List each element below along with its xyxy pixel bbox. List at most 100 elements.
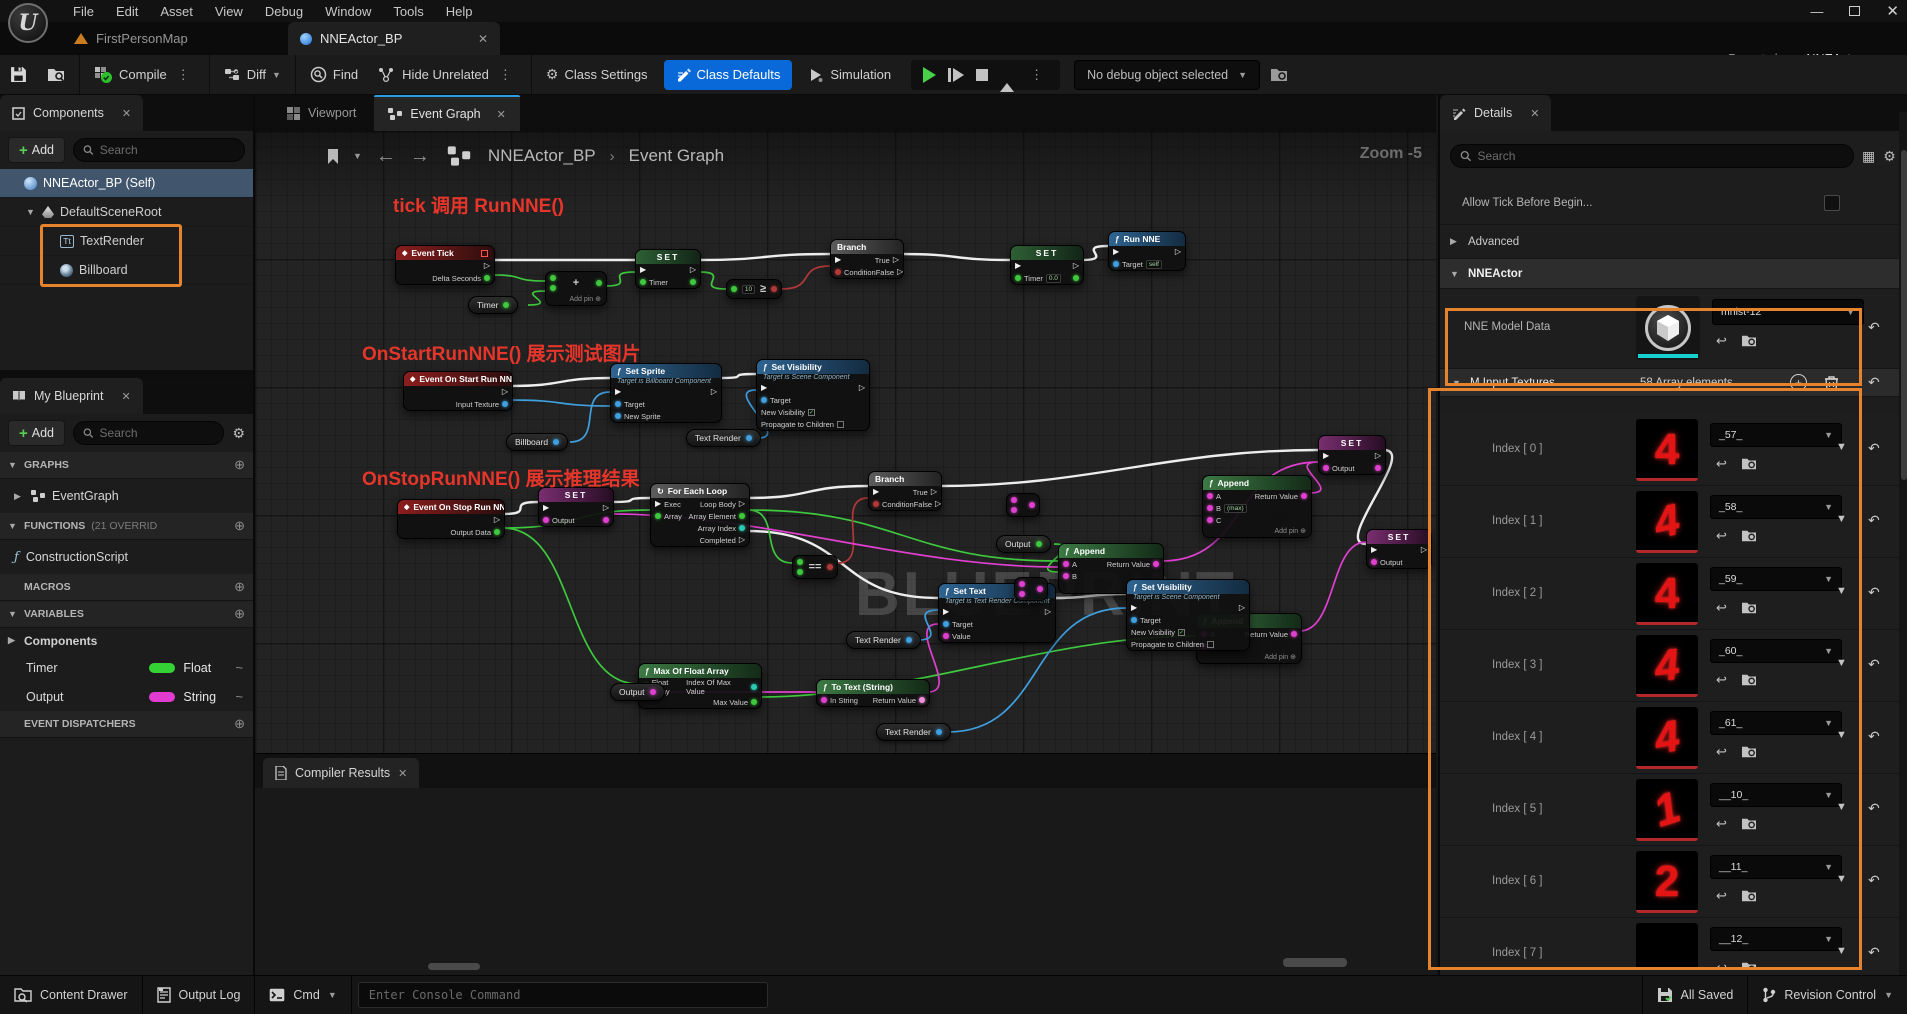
pin[interactable]: Condition (873, 500, 914, 509)
pin[interactable] (690, 279, 696, 285)
add-blueprint-item-button[interactable]: + Add (8, 420, 66, 446)
expand-element-chevron-icon[interactable]: ▼ (1836, 729, 1847, 741)
node-set[interactable]: SET ▶ ▷ Output (538, 487, 614, 527)
add-component-button[interactable]: + Add (8, 137, 66, 163)
pin[interactable]: ▷ (484, 262, 490, 270)
pin[interactable]: False ▷ (876, 268, 904, 277)
pin[interactable]: Array Index (698, 524, 745, 533)
pin[interactable]: ▷ (502, 388, 508, 396)
details-panel-tab[interactable]: Details ✕ (1440, 95, 1552, 131)
save-button[interactable] (0, 55, 37, 95)
node-set[interactable]: SET ▶ ▷ Timer 0.0 (1010, 245, 1084, 285)
section-macros[interactable]: MACROS ⊕ (0, 574, 253, 601)
pin[interactable] (1037, 586, 1043, 592)
expand-element-chevron-icon[interactable]: ▼ (1836, 657, 1847, 669)
node-op[interactable] (1014, 577, 1048, 601)
event-graph-canvas[interactable]: BLUEPRINT tick 调用 RunNNE()OnStartRunNNE(… (255, 131, 1436, 789)
menu-item-debug[interactable]: Debug (254, 4, 314, 19)
node-set[interactable]: SET ▶ ▷ Timer (635, 249, 701, 289)
pin-checkbox[interactable]: ✓ (808, 408, 816, 416)
group-components[interactable]: ▶ Components (0, 628, 253, 653)
tree-item-nneactor-bp-self[interactable]: NNEActor_BP (Self) (0, 169, 253, 198)
pin[interactable] (550, 275, 556, 281)
pin[interactable]: Array Element (688, 512, 745, 521)
item-constructionscript[interactable]: ƒ ConstructionScript (0, 540, 253, 574)
reset-to-default-icon[interactable]: ↶ (1868, 728, 1880, 745)
breadcrumb-asset[interactable]: NNEActor_BP (488, 146, 596, 166)
pin[interactable] (826, 564, 833, 570)
pin[interactable]: Target (615, 400, 645, 409)
pin[interactable]: Loop Body ▷ (700, 500, 745, 509)
pin[interactable]: New Visibility ✓ (1131, 628, 1186, 637)
menu-item-edit[interactable]: Edit (105, 4, 149, 19)
pin[interactable] (550, 285, 556, 291)
reset-to-default-icon[interactable]: ↶ (1868, 440, 1880, 457)
close-tab-icon[interactable]: ✕ (497, 108, 506, 121)
hide-unrelated-options-icon[interactable]: ⋮ (495, 67, 517, 83)
pin[interactable]: Target (761, 396, 791, 405)
details-search-input[interactable] (1477, 149, 1844, 163)
components-panel-tab[interactable]: Components ✕ (0, 95, 144, 131)
pin[interactable]: Index Of Max Value (686, 678, 757, 696)
clear-array-trash-icon[interactable] (1824, 375, 1839, 391)
forward-arrow-icon[interactable]: → (410, 145, 430, 168)
texture-asset-dropdown[interactable]: __12_ ▼ (1710, 927, 1842, 951)
pin[interactable]: False ▷ (914, 500, 942, 509)
debug-object-dropdown[interactable]: No debug object selected ▼ (1074, 59, 1261, 90)
maximize-button[interactable] (1849, 6, 1861, 16)
pin[interactable]: ▷ (1073, 262, 1079, 270)
pin[interactable]: B (1063, 572, 1077, 581)
pin[interactable] (1073, 275, 1079, 281)
use-selected-asset-icon[interactable]: ↩ (1716, 333, 1727, 349)
node-op[interactable] (1006, 493, 1040, 517)
pin[interactable]: Target self (1113, 259, 1162, 269)
pin[interactable]: ▶ (1015, 262, 1021, 270)
pin-checkbox[interactable]: ✓ (1178, 628, 1186, 636)
pin[interactable]: Target (943, 620, 973, 629)
node-branch[interactable]: Branch ▶ True ▷ Condition False ▷ (868, 471, 942, 511)
pin[interactable] (1011, 497, 1017, 503)
pin[interactable]: B (max) (1207, 503, 1247, 513)
pin[interactable]: Completed ▷ (700, 536, 745, 545)
node-run-nne[interactable]: ƒ Run NNE ▶ ▷ Target self (1108, 231, 1186, 271)
pin[interactable] (1375, 465, 1381, 471)
close-panel-icon[interactable]: ✕ (1530, 107, 1539, 120)
expander-icon[interactable]: ▶ (8, 635, 18, 646)
digit-texture-thumbnail[interactable]: 4 (1636, 707, 1698, 769)
play-icon[interactable] (923, 66, 937, 83)
use-selected-asset-icon[interactable]: ↩ (1716, 600, 1727, 616)
graph-comment-1[interactable]: OnStartRunNNE() 展示测试图片 (362, 339, 641, 366)
advanced-row[interactable]: ▶ Advanced (1440, 225, 1907, 259)
close-panel-icon[interactable]: ✕ (122, 107, 131, 120)
texture-asset-dropdown[interactable]: _61_ ▼ (1710, 711, 1842, 735)
console-command-input[interactable] (368, 988, 757, 1002)
browse-to-asset-icon[interactable] (1741, 601, 1757, 615)
texture-asset-dropdown[interactable]: _59_ ▼ (1710, 567, 1842, 591)
content-drawer-button[interactable]: Content Drawer (0, 975, 143, 1014)
browse-to-asset-icon[interactable] (1741, 817, 1757, 831)
breadcrumb-graph[interactable]: Event Graph (629, 146, 724, 166)
pin[interactable] (1011, 507, 1017, 513)
menu-item-asset[interactable]: Asset (149, 4, 204, 19)
menu-item-help[interactable]: Help (435, 4, 484, 19)
variable-get-text-render[interactable]: Text Render (846, 631, 921, 649)
menu-item-view[interactable]: View (204, 4, 254, 19)
pin[interactable] (1019, 581, 1025, 587)
class-defaults-button[interactable]: Class Defaults (663, 59, 793, 90)
reset-to-default-icon[interactable]: ↶ (1868, 944, 1880, 961)
digit-texture-thumbnail[interactable]: 1 (1636, 779, 1698, 841)
pin[interactable]: ▷ (1375, 452, 1381, 460)
pin-value[interactable]: self (1145, 259, 1162, 269)
pin[interactable]: New Visibility ✓ (761, 408, 816, 417)
compile-options-icon[interactable]: ⋮ (173, 67, 195, 83)
variable-get-timer[interactable]: Timer (468, 296, 519, 314)
pin[interactable]: Input Texture (456, 400, 508, 409)
pin[interactable]: ▶ (1371, 546, 1377, 554)
node-append[interactable]: ƒ Append A Return Value B (max) C Add pin ⊕ (1202, 475, 1312, 538)
pin[interactable]: Return Value (1245, 630, 1297, 639)
my-blueprint-search[interactable] (73, 421, 225, 445)
node-event-on-start-run-nne[interactable]: ◆ Event On Start Run NNE ▷ Input Texture (403, 371, 513, 411)
pin[interactable]: Delta Seconds (432, 274, 490, 283)
browse-asset-button[interactable] (37, 55, 75, 95)
pin[interactable]: Output (1371, 558, 1403, 567)
